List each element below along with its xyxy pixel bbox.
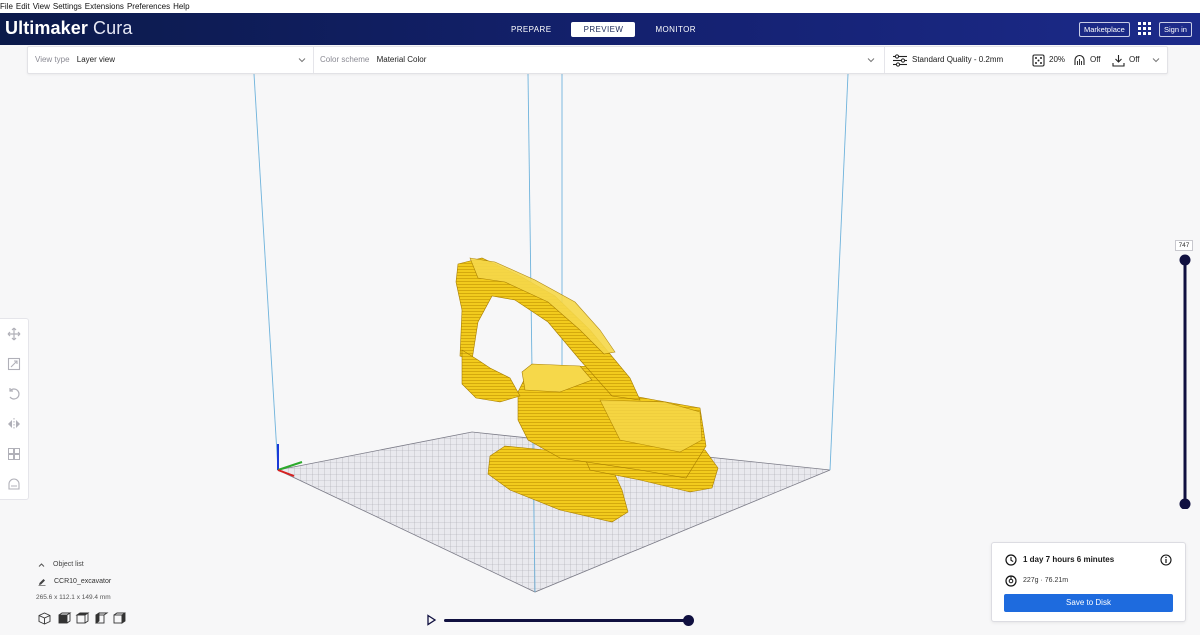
scale-tool-icon[interactable] bbox=[7, 357, 21, 371]
adhesion-value: Off bbox=[1129, 55, 1140, 64]
color-scheme-dropdown[interactable]: Color scheme Material Color bbox=[320, 47, 880, 73]
menu-preferences[interactable]: Preferences bbox=[127, 0, 173, 13]
adhesion-icon bbox=[1112, 54, 1125, 67]
app-header: Ultimaker Cura PREPARE PREVIEW MONITOR M… bbox=[0, 13, 1200, 45]
mirror-tool-icon[interactable] bbox=[7, 417, 21, 431]
chevron-up-icon bbox=[38, 563, 45, 567]
object-dimensions: 265.6 x 112.1 x 149.4 mm bbox=[36, 594, 111, 601]
rotate-tool-icon[interactable] bbox=[7, 387, 21, 401]
profile-selector[interactable]: Standard Quality - 0.2mm bbox=[892, 47, 1003, 73]
simulation-slider-handle[interactable] bbox=[683, 615, 694, 626]
adhesion-setting[interactable]: Off bbox=[1112, 47, 1140, 73]
print-time: 1 day 7 hours 6 minutes bbox=[1005, 553, 1177, 567]
layer-slider-top-handle bbox=[1179, 254, 1191, 266]
support-blocker-icon[interactable] bbox=[7, 477, 21, 491]
menu-settings[interactable]: Settings bbox=[53, 0, 85, 13]
support-setting[interactable]: Off bbox=[1073, 47, 1101, 73]
chevron-down-icon[interactable] bbox=[1152, 56, 1160, 64]
menu-edit[interactable]: Edit bbox=[16, 0, 33, 13]
info-icon[interactable] bbox=[1160, 554, 1172, 566]
marketplace-button[interactable]: Marketplace bbox=[1079, 22, 1130, 37]
material-estimate: 227g · 76.21m bbox=[1005, 574, 1177, 588]
front-view-icon bbox=[58, 612, 72, 624]
infill-setting[interactable]: 20% bbox=[1032, 47, 1065, 73]
top-view-icon bbox=[75, 612, 90, 624]
apps-grid-icon[interactable] bbox=[1138, 22, 1151, 35]
chevron-down-icon bbox=[298, 58, 306, 63]
menu-view[interactable]: View bbox=[33, 0, 53, 13]
logo-brand: Ultimaker bbox=[5, 18, 88, 38]
view-type-label: View type bbox=[35, 55, 70, 64]
object-name: CCR10_excavator bbox=[54, 578, 112, 585]
pencil-icon[interactable] bbox=[38, 578, 46, 586]
tool-panel bbox=[0, 318, 29, 500]
simulation-slider[interactable] bbox=[444, 619, 690, 622]
right-view-icon bbox=[113, 612, 126, 624]
toolbar-divider bbox=[313, 47, 314, 73]
support-icon bbox=[1074, 54, 1085, 65]
object-list-label: Object list bbox=[53, 561, 84, 568]
sliders-icon bbox=[893, 53, 907, 67]
tab-prepare[interactable]: PREPARE bbox=[497, 22, 565, 37]
view-type-dropdown[interactable]: View type Layer view bbox=[35, 47, 315, 73]
per-model-settings-icon[interactable] bbox=[7, 447, 21, 461]
menu-bar: File Edit View Settings Extensions Prefe… bbox=[0, 0, 1200, 13]
view-type-value: Layer view bbox=[76, 55, 116, 64]
save-to-disk-button[interactable]: Save to Disk bbox=[1004, 594, 1173, 612]
current-layer-number[interactable]: 747 bbox=[1175, 240, 1193, 251]
infill-icon bbox=[1032, 53, 1045, 67]
menu-extensions[interactable]: Extensions bbox=[85, 0, 127, 13]
object-list: Object list CCR10_excavator 265.6 x 112.… bbox=[36, 560, 196, 630]
toolbar-divider bbox=[884, 47, 885, 73]
spool-icon bbox=[1005, 575, 1017, 587]
preview-toolbar: View type Layer view Color scheme Materi… bbox=[27, 46, 1168, 74]
print-time-value: 1 day 7 hours 6 minutes bbox=[1023, 555, 1115, 564]
material-value: 227g · 76.21m bbox=[1023, 577, 1069, 584]
support-value: Off bbox=[1090, 55, 1101, 64]
stage-tabs: PREPARE PREVIEW MONITOR bbox=[497, 22, 710, 37]
play-icon[interactable] bbox=[425, 614, 437, 626]
infill-value: 20% bbox=[1049, 55, 1066, 64]
left-view-icon bbox=[95, 612, 109, 624]
menu-help[interactable]: Help bbox=[173, 0, 192, 13]
layer-slider[interactable] bbox=[1175, 239, 1195, 509]
view-orientation-controls bbox=[38, 612, 126, 625]
sign-in-button[interactable]: Sign in bbox=[1159, 22, 1192, 37]
menu-file[interactable]: File bbox=[0, 0, 16, 13]
tab-monitor[interactable]: MONITOR bbox=[641, 22, 709, 37]
color-scheme-label: Color scheme bbox=[320, 55, 370, 64]
print-output-panel: 1 day 7 hours 6 minutes 227g · 76.21m Sa… bbox=[991, 542, 1186, 622]
app-logo: Ultimaker Cura bbox=[5, 18, 132, 39]
print-settings-selector[interactable]: Standard Quality - 0.2mm 20% Off Off bbox=[890, 47, 1169, 73]
3d-view-icon bbox=[38, 612, 51, 625]
layer-slider-bottom-handle bbox=[1179, 498, 1191, 509]
tab-preview[interactable]: PREVIEW bbox=[571, 22, 636, 37]
color-scheme-value: Material Color bbox=[376, 55, 427, 64]
logo-product: Cura bbox=[93, 18, 133, 38]
clock-icon bbox=[1005, 554, 1017, 566]
profile-name: Standard Quality - 0.2mm bbox=[912, 55, 1004, 64]
move-tool-icon[interactable] bbox=[7, 327, 21, 341]
chevron-down-icon bbox=[867, 58, 875, 63]
